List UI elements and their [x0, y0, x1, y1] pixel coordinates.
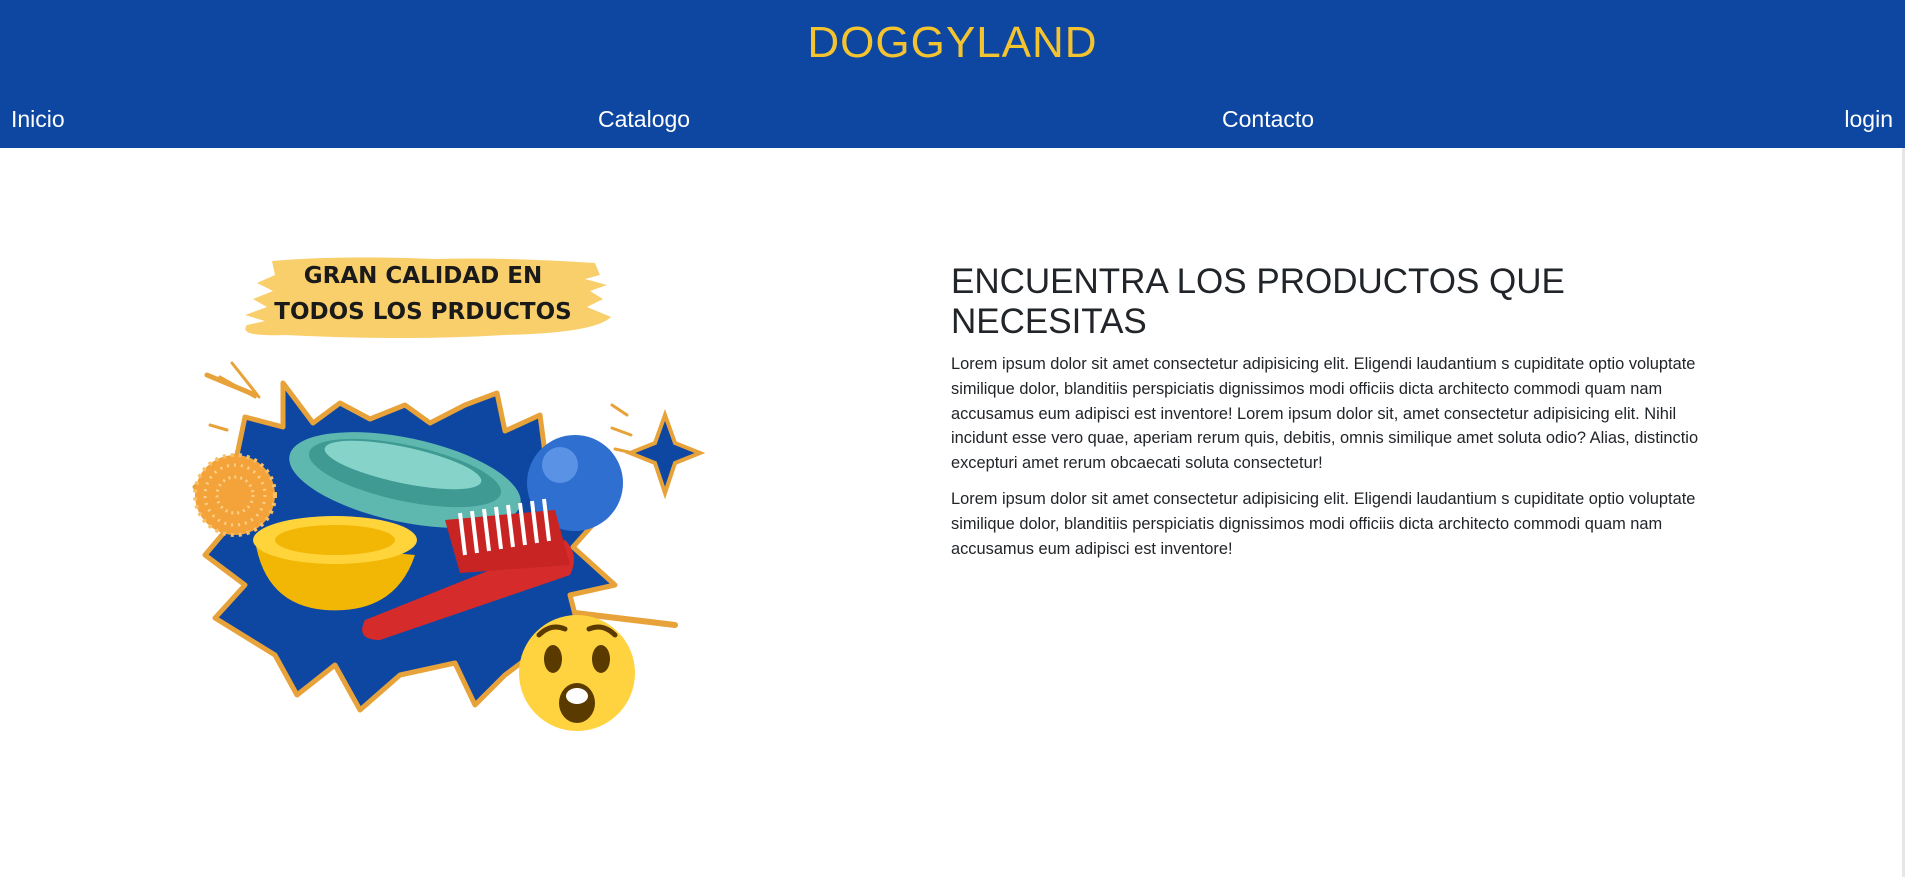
surprised-emoji-icon: [519, 615, 635, 731]
nav-link-inicio[interactable]: Inicio: [11, 106, 65, 133]
spiky-ball-icon: [193, 453, 277, 537]
nav-link-contacto[interactable]: Contacto: [1222, 106, 1314, 133]
banner-text-line2: TODOS LOS PRDUCTOS: [274, 299, 571, 325]
nav-link-catalogo[interactable]: Catalogo: [598, 106, 690, 133]
top-header: DOGGYLAND Inicio Catalogo Contacto login: [0, 0, 1905, 148]
hero-paragraph-2: Lorem ipsum dolor sit amet consectetur a…: [951, 489, 1696, 558]
hero-heading: ENCUENTRA LOS PRODUCTOS QUE NECESITAS: [951, 262, 1565, 341]
sparkle-star-icon: [624, 409, 705, 500]
site-brand[interactable]: DOGGYLAND: [0, 18, 1905, 68]
nav-link-login[interactable]: login: [1844, 106, 1893, 133]
hero-content: ENCUENTRA LOS PRODUCTOS QUE NECESITAS Lo…: [951, 262, 1711, 561]
promo-illustration: GRAN CALIDAD EN TODOS LOS PRDUCTOS: [192, 257, 705, 731]
banner-text-line1: GRAN CALIDAD EN: [304, 263, 543, 289]
hero-paragraph-1: Lorem ipsum dolor sit amet consectetur a…: [951, 355, 1699, 473]
promo-image: GRAN CALIDAD EN TODOS LOS PRDUCTOS: [175, 255, 705, 735]
